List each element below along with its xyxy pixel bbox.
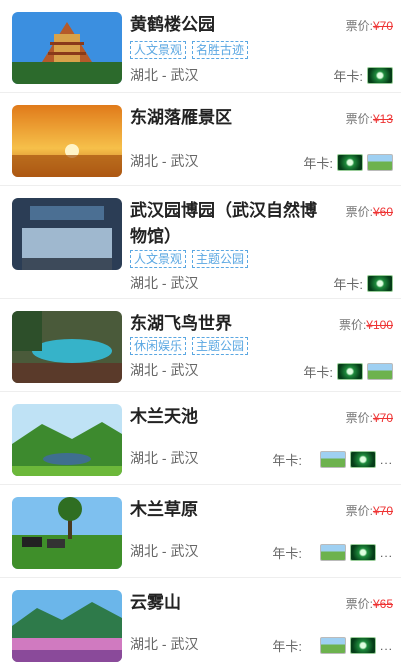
- landscape-card-icon[interactable]: [319, 451, 346, 468]
- tag[interactable]: 人文景观: [130, 250, 187, 268]
- green-card-icon[interactable]: [367, 67, 393, 84]
- price-label: 票价:: [345, 19, 373, 33]
- annual-card: 年卡: ...: [272, 543, 393, 562]
- green-card-icon[interactable]: [349, 637, 376, 654]
- price-value: ¥65: [372, 597, 393, 611]
- tag-group: 休闲娱乐 主题公园: [130, 337, 249, 355]
- price-label: 票价:: [345, 597, 373, 611]
- list-item[interactable]: 云雾山 票价:¥65 湖北 - 武汉 年卡: ...: [0, 578, 401, 664]
- thumbnail-image[interactable]: [12, 404, 122, 476]
- card-label: 年卡:: [333, 277, 363, 292]
- price: 票价:¥70: [346, 409, 393, 426]
- list-item[interactable]: 东湖落雁景区 票价:¥13 湖北 - 武汉 年卡:: [0, 93, 401, 186]
- annual-card: 年卡:: [303, 153, 393, 172]
- annual-card: 年卡:: [333, 66, 393, 85]
- annual-card: 年卡:: [333, 274, 393, 293]
- tag-group: 人文景观 主题公园: [130, 250, 249, 268]
- thumbnail-image[interactable]: [12, 497, 122, 569]
- location: 湖北 - 武汉: [130, 543, 199, 559]
- thumbnail-image[interactable]: [12, 12, 122, 84]
- location: 湖北 - 武汉: [130, 275, 199, 291]
- location: 湖北 - 武汉: [130, 67, 199, 83]
- price-label: 票价:: [345, 504, 373, 518]
- annual-card: 年卡: ...: [272, 450, 393, 469]
- list-item[interactable]: 木兰草原 票价:¥70 湖北 - 武汉 年卡: ...: [0, 485, 401, 578]
- price: 票价:¥13: [346, 110, 393, 127]
- landscape-card-icon[interactable]: [367, 154, 393, 171]
- item-title: 东湖飞鸟世界: [130, 314, 232, 333]
- card-label: 年卡:: [333, 69, 363, 84]
- item-title: 木兰天池: [130, 407, 198, 426]
- card-label: 年卡:: [272, 453, 302, 468]
- price-value: ¥70: [372, 504, 393, 518]
- price-label: 票价:: [345, 112, 373, 126]
- landscape-card-icon[interactable]: [319, 544, 346, 561]
- price-value: ¥100: [366, 318, 393, 332]
- price-value: ¥70: [372, 19, 393, 33]
- list-item[interactable]: 东湖飞鸟世界 票价:¥100 休闲娱乐 主题公园 湖北 - 武汉 年卡:: [0, 299, 401, 392]
- list-item[interactable]: 武汉园博园（武汉自然博物馆） 票价:¥60 人文景观 主题公园 湖北 - 武汉 …: [0, 186, 401, 299]
- location: 湖北 - 武汉: [130, 450, 199, 466]
- price: 票价:¥65: [346, 595, 393, 612]
- card-label: 年卡:: [303, 156, 333, 171]
- item-title: 云雾山: [130, 593, 181, 612]
- green-card-icon[interactable]: [349, 451, 376, 468]
- green-card-icon[interactable]: [337, 154, 363, 171]
- tag[interactable]: 主题公园: [192, 250, 249, 268]
- location: 湖北 - 武汉: [130, 153, 199, 169]
- scenic-list: 黄鹤楼公园 票价:¥70 人文景观 名胜古迹 湖北 - 武汉 年卡: 东湖落雁景…: [0, 0, 401, 664]
- green-card-icon[interactable]: [349, 544, 376, 561]
- price: 票价:¥60: [346, 203, 393, 220]
- list-item[interactable]: 木兰天池 票价:¥70 湖北 - 武汉 年卡: ...: [0, 392, 401, 485]
- thumbnail-image[interactable]: [12, 590, 122, 662]
- tag-group: 人文景观 名胜古迹: [130, 41, 249, 59]
- thumbnail-image[interactable]: [12, 198, 122, 270]
- location: 湖北 - 武汉: [130, 362, 199, 378]
- green-card-icon[interactable]: [367, 275, 393, 292]
- price-value: ¥13: [372, 112, 393, 126]
- more-icon[interactable]: ...: [380, 546, 393, 560]
- more-icon[interactable]: ...: [380, 453, 393, 467]
- annual-card: 年卡: ...: [272, 636, 393, 655]
- tag[interactable]: 主题公园: [192, 337, 249, 355]
- item-title: 东湖落雁景区: [130, 108, 232, 127]
- item-title: 木兰草原: [130, 500, 198, 519]
- card-label: 年卡:: [272, 639, 302, 654]
- thumbnail-image[interactable]: [12, 105, 122, 177]
- more-icon[interactable]: ...: [380, 639, 393, 653]
- item-title: 武汉园博园（武汉自然博物馆）: [130, 201, 317, 246]
- item-title: 黄鹤楼公园: [130, 15, 215, 34]
- tag[interactable]: 人文景观: [130, 41, 187, 59]
- price-label: 票价:: [345, 205, 373, 219]
- tag[interactable]: 名胜古迹: [192, 41, 249, 59]
- thumbnail-image[interactable]: [12, 311, 122, 383]
- green-card-icon[interactable]: [337, 363, 363, 380]
- annual-card: 年卡:: [303, 362, 393, 381]
- landscape-card-icon[interactable]: [367, 363, 393, 380]
- price-label: 票价:: [345, 411, 373, 425]
- tag[interactable]: 休闲娱乐: [130, 337, 187, 355]
- card-label: 年卡:: [272, 546, 302, 561]
- card-label: 年卡:: [303, 365, 333, 380]
- landscape-card-icon[interactable]: [319, 637, 346, 654]
- price: 票价:¥70: [346, 502, 393, 519]
- price: 票价:¥100: [339, 316, 393, 333]
- list-item[interactable]: 黄鹤楼公园 票价:¥70 人文景观 名胜古迹 湖北 - 武汉 年卡:: [0, 0, 401, 93]
- location: 湖北 - 武汉: [130, 636, 199, 652]
- price-label: 票价:: [338, 318, 367, 332]
- price-value: ¥60: [372, 205, 393, 219]
- price: 票价:¥70: [346, 17, 393, 34]
- price-value: ¥70: [372, 411, 393, 425]
